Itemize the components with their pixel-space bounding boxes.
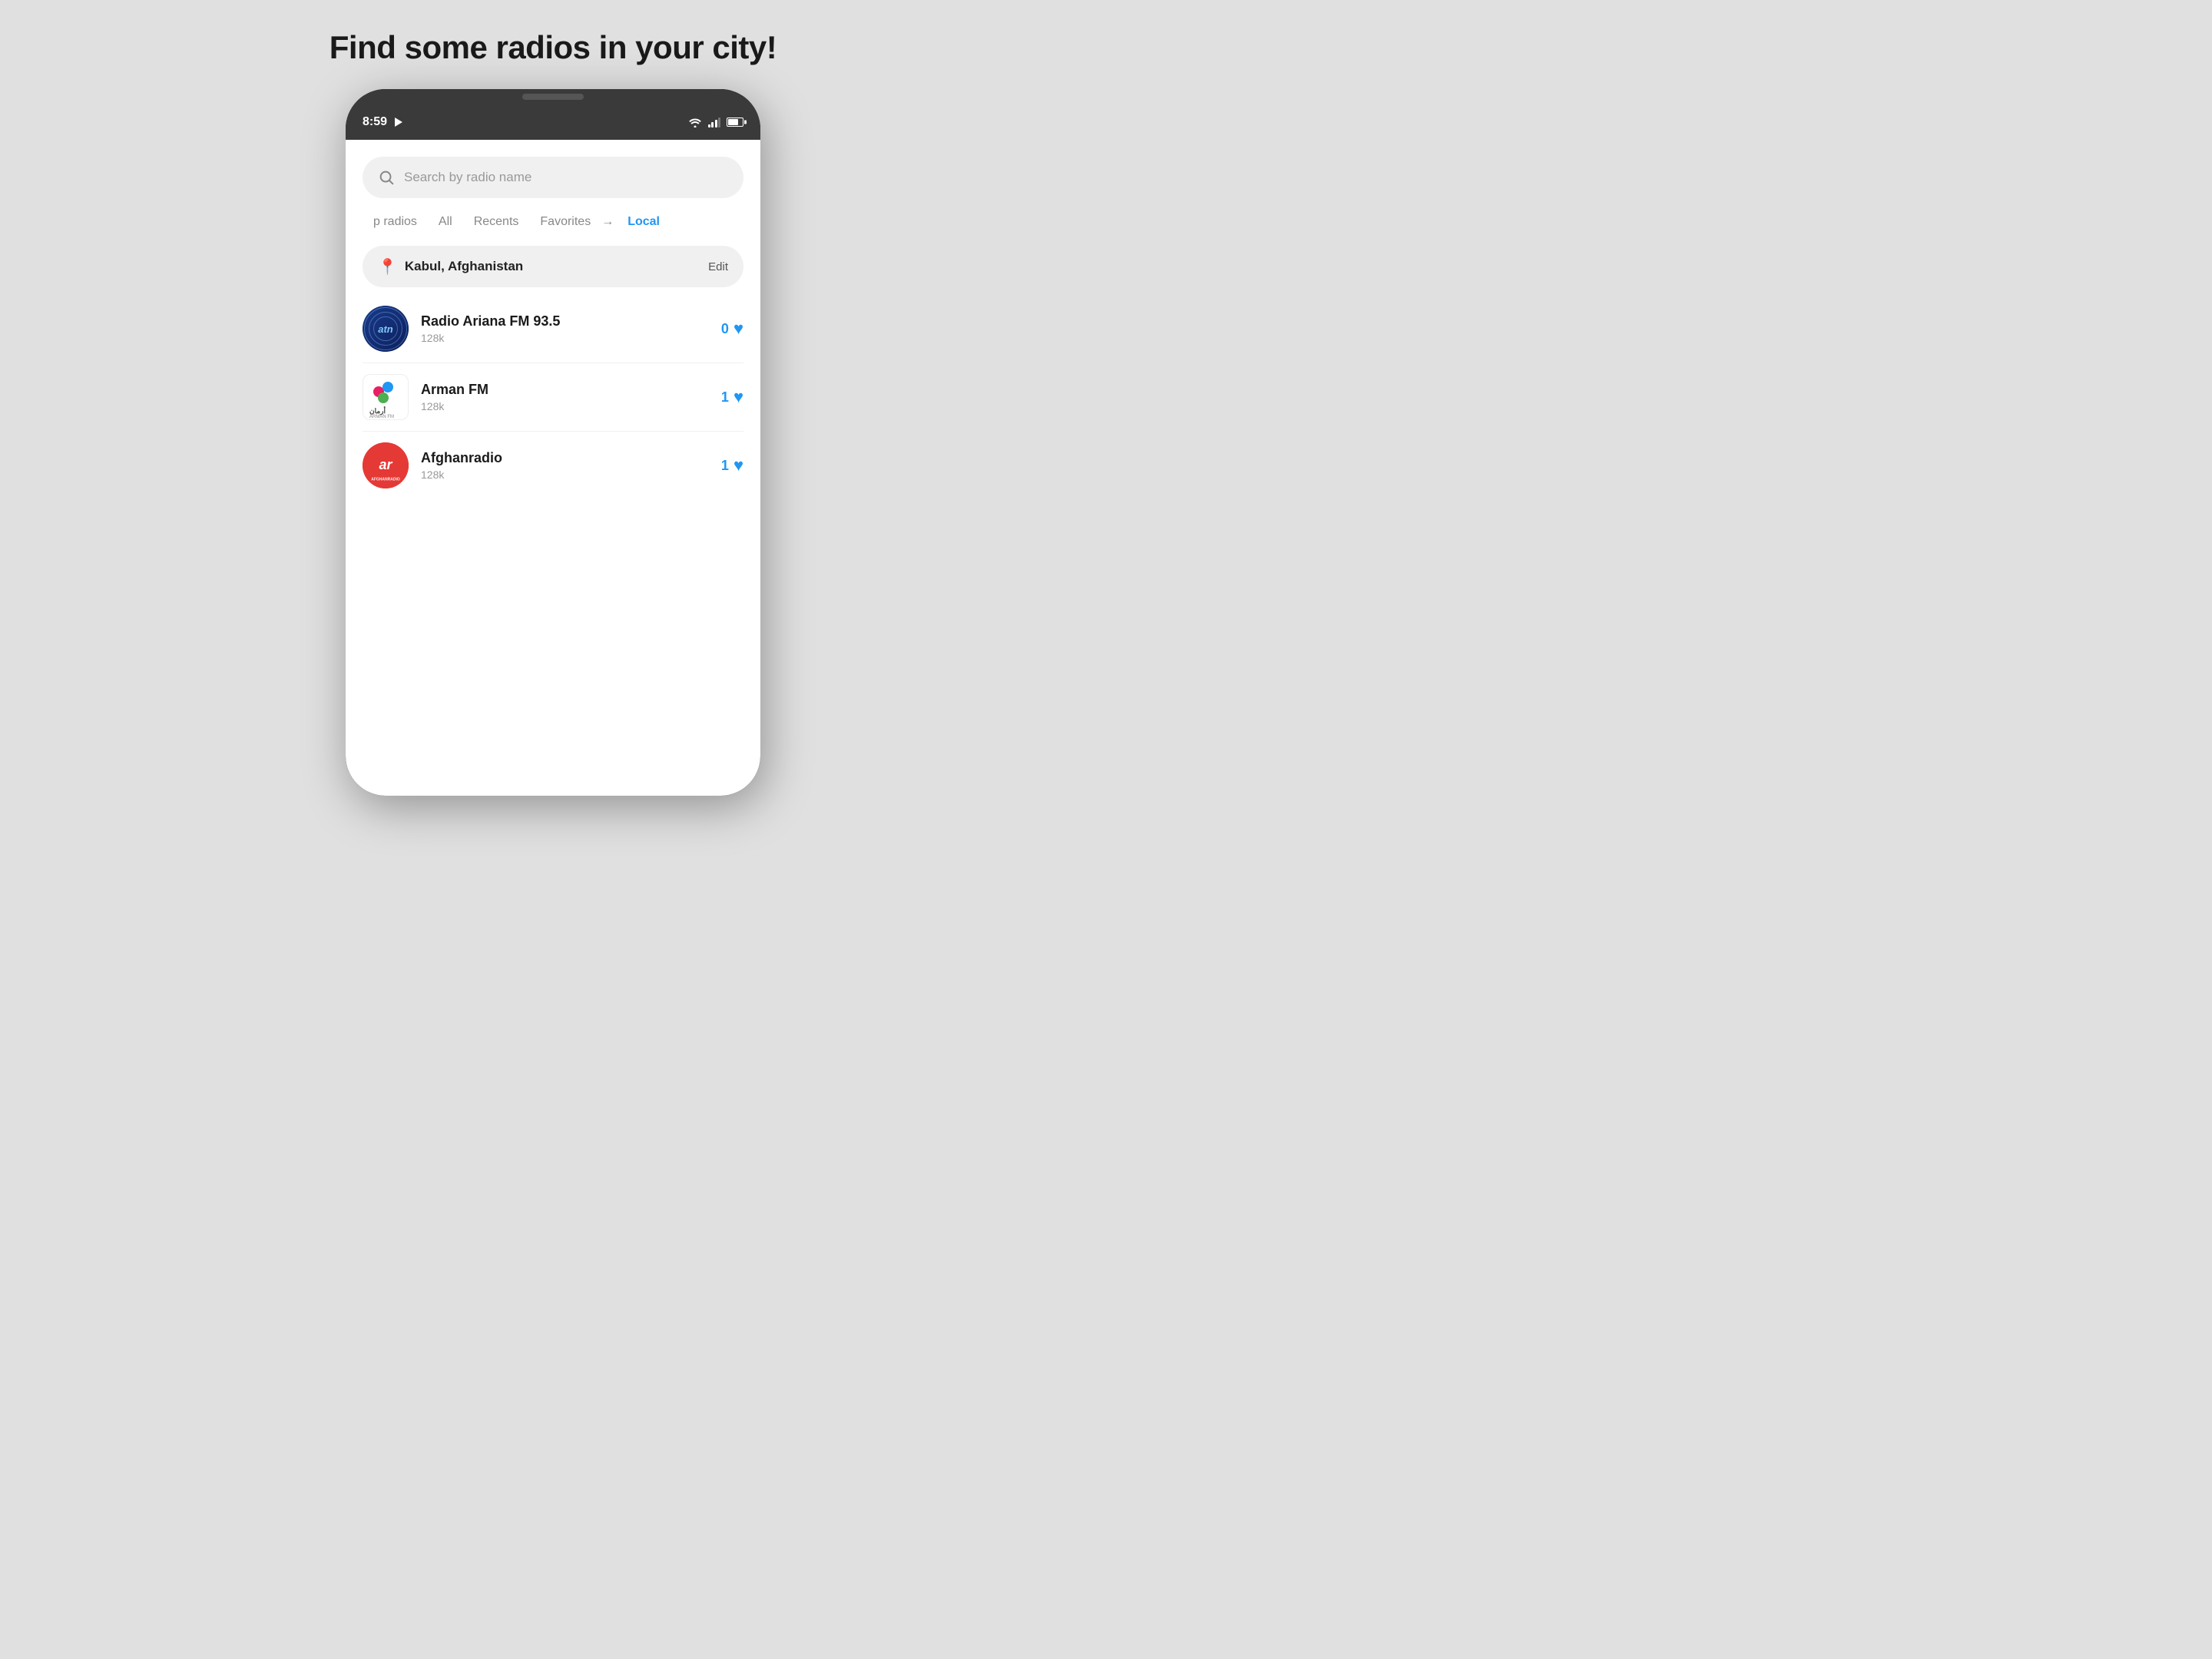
radio-item-arman[interactable]: أرمان ARMAN FM Arman FM 128k 1 ♥ xyxy=(346,363,760,431)
heart-icon-arman[interactable]: ♥ xyxy=(733,387,743,407)
radio-info-afghan: Afghanradio 128k xyxy=(421,450,709,481)
tab-local[interactable]: Local xyxy=(617,210,671,233)
status-right xyxy=(688,117,744,127)
page-title: Find some radios in your city! xyxy=(329,29,777,66)
radio-logo-arman: أرمان ARMAN FM xyxy=(363,374,409,420)
radio-name-ariana: Radio Ariana FM 93.5 xyxy=(421,313,709,329)
search-placeholder: Search by radio name xyxy=(404,170,531,185)
heart-icon-afghan[interactable]: ♥ xyxy=(733,455,743,475)
phone-mockup: 8:59 xyxy=(346,89,760,796)
search-container: Search by radio name xyxy=(346,140,760,198)
favorite-count-afghan: 1 xyxy=(721,458,729,474)
edit-location-button[interactable]: Edit xyxy=(708,260,728,273)
radio-item-afghan[interactable]: ar AFGHANRADIO Afghanradio 128k 1 ♥ xyxy=(346,432,760,499)
tab-recents[interactable]: Recents xyxy=(463,210,530,233)
tab-all[interactable]: All xyxy=(428,210,463,233)
wifi-icon xyxy=(688,117,702,127)
status-time: 8:59 xyxy=(363,115,387,129)
radio-item-ariana[interactable]: atn Radio Ariana FM 93.5 128k 0 ♥ xyxy=(346,295,760,363)
radio-meta-afghan[interactable]: 1 ♥ xyxy=(721,455,743,475)
radio-quality-arman: 128k xyxy=(421,400,709,412)
heart-icon-ariana[interactable]: ♥ xyxy=(733,319,743,339)
status-bar: 8:59 xyxy=(346,104,760,140)
search-icon xyxy=(378,169,395,186)
tab-arrow-icon: → xyxy=(601,215,614,229)
tab-favorites[interactable]: Favorites xyxy=(529,210,601,233)
play-icon xyxy=(395,118,402,127)
status-left: 8:59 xyxy=(363,115,402,129)
radio-logo-afghan: ar AFGHANRADIO xyxy=(363,442,409,488)
radio-list: atn Radio Ariana FM 93.5 128k 0 ♥ xyxy=(346,287,760,796)
svg-text:ARMAN FM: ARMAN FM xyxy=(369,415,394,419)
svg-text:ar: ar xyxy=(379,457,392,472)
radio-info-arman: Arman FM 128k xyxy=(421,382,709,412)
location-pin-icon: 📍 xyxy=(378,257,397,276)
radio-meta-ariana[interactable]: 0 ♥ xyxy=(721,319,743,339)
radio-info-ariana: Radio Ariana FM 93.5 128k xyxy=(421,313,709,344)
tab-navigation: p radios All Recents Favorites → Local xyxy=(346,198,760,240)
tab-top-radios[interactable]: p radios xyxy=(363,210,428,233)
location-city: Kabul, Afghanistan xyxy=(405,259,523,274)
radio-meta-arman[interactable]: 1 ♥ xyxy=(721,387,743,407)
search-bar[interactable]: Search by radio name xyxy=(363,157,743,198)
location-bar[interactable]: 📍 Kabul, Afghanistan Edit xyxy=(363,246,743,287)
phone-screen: Search by radio name p radios All Recent… xyxy=(346,140,760,796)
radio-quality-afghan: 128k xyxy=(421,469,709,481)
svg-text:AFGHANRADIO: AFGHANRADIO xyxy=(371,477,400,482)
phone-notch xyxy=(346,89,760,104)
radio-quality-ariana: 128k xyxy=(421,332,709,344)
phone-speaker xyxy=(522,94,584,100)
favorite-count-ariana: 0 xyxy=(721,321,729,337)
radio-name-afghan: Afghanradio xyxy=(421,450,709,466)
signal-icon xyxy=(708,117,721,127)
favorite-count-arman: 1 xyxy=(721,389,729,406)
battery-icon xyxy=(727,118,743,127)
radio-logo-ariana: atn xyxy=(363,306,409,352)
location-info: 📍 Kabul, Afghanistan xyxy=(378,257,523,276)
radio-name-arman: Arman FM xyxy=(421,382,709,398)
